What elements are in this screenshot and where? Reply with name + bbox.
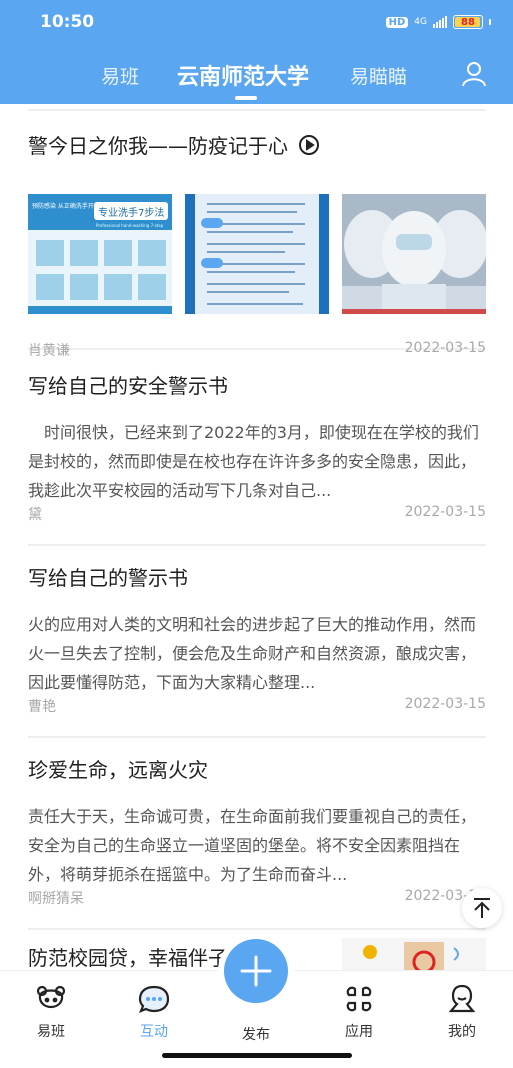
post-thumbnail	[342, 194, 486, 314]
post-author: 曹艳	[28, 699, 56, 715]
post-excerpt: 责任大于天，生命诚可贵，在生命面前我们要重视自己的责任，安全为自己的生命竖立一道…	[28, 807, 477, 884]
nav-label: 互动	[140, 1024, 168, 1040]
video-icon	[299, 135, 320, 155]
chat-bubble-icon	[138, 985, 170, 1013]
network-label: 4G	[414, 16, 427, 27]
post-date: 2022-03-15	[404, 340, 486, 356]
divider	[28, 109, 486, 111]
post-card[interactable]: 警今日之你我——防疫记于心 专业洗手7步法 预防感染 从正确洗手开始 Profe…	[28, 130, 486, 359]
post-feed[interactable]: 警今日之你我——防疫记于心 专业洗手7步法 预防感染 从正确洗手开始 Profe…	[0, 104, 513, 970]
post-thumbnail	[185, 194, 329, 314]
nav-me[interactable]: 我的	[432, 983, 492, 1041]
battery-icon: 88	[453, 15, 483, 29]
status-bar: 10:50 HD 4G 88	[0, 0, 513, 44]
nav-label: 易班	[37, 1024, 65, 1040]
post-card[interactable]: 写给自己的安全警示书 时间很快，已经来到了2022年的3月，即使现在在学校的我们…	[28, 370, 486, 546]
app-header: 10:50 HD 4G 88 易班 云南师范大学 易瞄瞄	[0, 0, 513, 104]
post-title: 写给自己的安全警示书	[28, 374, 228, 398]
post-date: 2022-03-15	[404, 696, 486, 712]
nav-label: 应用	[345, 1024, 373, 1040]
post-thumbnail: 专业洗手7步法 预防感染 从正确洗手开始 Professional hand-w…	[28, 194, 172, 314]
post-thumbnail	[342, 938, 486, 970]
post-excerpt: 时间很快，已经来到了2022年的3月，即使现在在学校的我们是封校的，然而即使是在…	[28, 423, 479, 500]
status-icons: HD 4G 88	[385, 15, 491, 29]
publish-label: 发布	[242, 1027, 270, 1043]
hd-badge: HD	[385, 16, 409, 28]
post-card[interactable]: 珍爱生命，远离火灾 责任大于天，生命诚可贵，在生命面前我们要重视自己的责任，安全…	[28, 754, 486, 930]
home-indicator[interactable]	[162, 1053, 352, 1058]
post-author: 啊掰猜呆	[28, 891, 84, 907]
apps-icon	[346, 986, 372, 1012]
nav-label: 我的	[448, 1024, 476, 1040]
user-icon[interactable]	[461, 61, 487, 87]
tab-ynnu[interactable]: 云南师范大学	[177, 59, 309, 91]
profile-icon	[448, 984, 476, 1013]
signal-icon	[433, 16, 447, 28]
tab-yimiaomiao[interactable]: 易瞄瞄	[350, 62, 407, 89]
battery-level: 88	[461, 16, 475, 28]
svg-text:专业洗手7步法: 专业洗手7步法	[98, 206, 164, 219]
post-title: 防范校园贷，幸福伴子	[28, 946, 228, 970]
post-author: 黛	[28, 507, 42, 523]
tab-yiban[interactable]: 易班	[101, 62, 139, 89]
status-time: 10:50	[40, 12, 95, 32]
svg-text:预防感染 从正确洗手开始: 预防感染 从正确洗手开始	[32, 202, 100, 210]
plus-icon	[240, 955, 272, 987]
top-tabs: 易班 云南师范大学 易瞄瞄	[0, 52, 513, 100]
active-tab-indicator	[235, 96, 257, 100]
nav-interact[interactable]: 互动	[124, 983, 184, 1041]
nav-yiban[interactable]: 易班	[21, 983, 81, 1041]
post-card[interactable]: 写给自己的警示书 火的应用对人类的文明和社会的进步起了巨大的推动作用，然而火一旦…	[28, 562, 486, 738]
scroll-to-top-button[interactable]	[462, 888, 502, 928]
bear-icon	[36, 985, 66, 1009]
post-title: 珍爱生命，远离火灾	[28, 758, 208, 782]
svg-text:Professional hand-washing 7-st: Professional hand-washing 7-step	[96, 223, 164, 228]
post-author: 肖黄谦	[28, 343, 70, 359]
post-title: 警今日之你我——防疫记于心	[28, 130, 320, 159]
post-excerpt: 火的应用对人类的文明和社会的进步起了巨大的推动作用，然而火一旦失去了控制，便会危…	[28, 615, 477, 692]
arrow-up-icon	[474, 898, 490, 918]
nav-apps[interactable]: 应用	[329, 983, 389, 1041]
post-date: 2022-03-15	[404, 504, 486, 520]
publish-button[interactable]	[224, 939, 288, 1003]
post-title: 写给自己的警示书	[28, 566, 188, 590]
